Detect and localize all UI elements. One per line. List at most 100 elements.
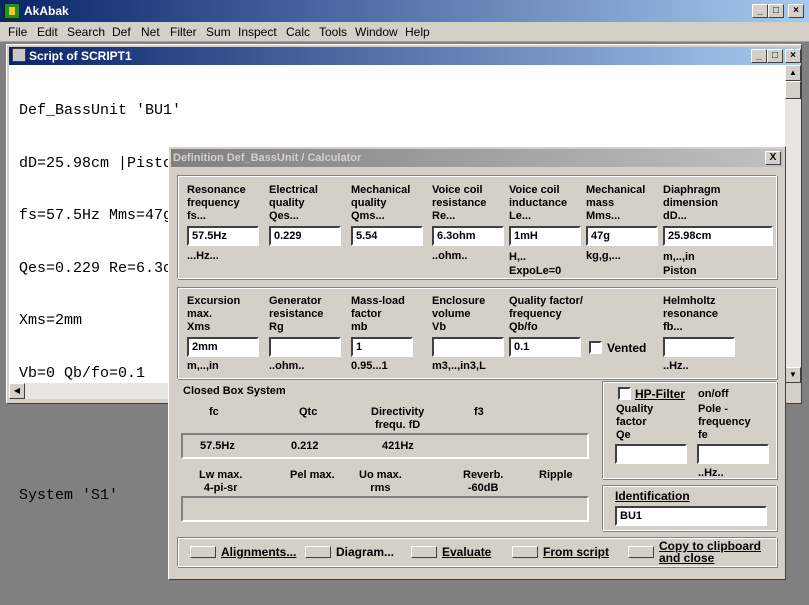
label-mb: Mass-load factor mb: [351, 295, 405, 333]
menu-tools[interactable]: Tools: [319, 25, 347, 39]
header-directivity: Directivity frequ. fD: [371, 406, 425, 431]
script-maximize-icon[interactable]: □: [767, 49, 783, 63]
vertical-scroll-thumb[interactable]: [785, 81, 801, 99]
menu-calc[interactable]: Calc: [286, 25, 310, 39]
input-qe[interactable]: [615, 444, 687, 464]
input-dd[interactable]: 25.98cm: [663, 226, 773, 246]
label-fs: Resonance frequency fs...: [187, 184, 246, 222]
input-mb[interactable]: 1: [351, 337, 413, 357]
vertical-scrollbar[interactable]: ▲ ▼: [785, 65, 801, 383]
minimize-icon[interactable]: _: [752, 4, 768, 18]
menu-file[interactable]: File: [8, 25, 27, 39]
label-mms: Mechanical mass Mms...: [586, 184, 646, 222]
bassunit-dialog: Definition Def_BassUnit / Calculator X R…: [168, 146, 786, 580]
hp-filter-group: HP-Filter on/off Quality factor Qe Pole …: [602, 381, 777, 479]
input-le[interactable]: 1mH: [509, 226, 581, 246]
menu-inspect[interactable]: Inspect: [238, 25, 277, 39]
menu-sum[interactable]: Sum: [206, 25, 231, 39]
menu-bar: File Edit Search Def Net Filter Sum Insp…: [0, 22, 809, 42]
alignments-button[interactable]: Alignments...: [190, 541, 296, 563]
input-vb[interactable]: [432, 337, 504, 357]
menu-def[interactable]: Def: [112, 25, 131, 39]
scroll-down-icon[interactable]: ▼: [785, 367, 801, 383]
parameter-group-1: Resonance frequency fs... 57.5Hz ...Hz..…: [177, 175, 777, 279]
label-qe: Quality factor Qe: [616, 403, 654, 441]
header-uo: Uo max. rms: [359, 469, 402, 494]
script-close-icon[interactable]: ×: [785, 49, 801, 63]
menu-search[interactable]: Search: [67, 25, 105, 39]
hint-fb: ..Hz..: [663, 360, 689, 372]
script-minimize-icon[interactable]: _: [751, 49, 767, 63]
input-xms[interactable]: 2mm: [187, 337, 259, 357]
script-title-bar: Script of SCRIPT1 _ □ ×: [9, 47, 801, 65]
input-fs[interactable]: 57.5Hz: [187, 226, 259, 246]
maximize-icon[interactable]: □: [768, 4, 784, 18]
script-icon: [12, 48, 26, 62]
closed-box-title: Closed Box System: [183, 385, 286, 397]
label-qms: Mechanical quality Qms...: [351, 184, 411, 222]
header-pel: Pel max.: [290, 469, 335, 481]
input-rg[interactable]: [269, 337, 341, 357]
dialog-close-icon[interactable]: X: [765, 151, 781, 165]
hint-dd: m,..,in Piston: [663, 251, 697, 277]
label-qbfo: Quality factor/ frequency Qb/fo: [509, 295, 583, 333]
label-dd: Diaphragm dimension dD...: [663, 184, 721, 222]
identification-input[interactable]: BU1: [615, 506, 767, 526]
vented-checkbox[interactable]: [589, 341, 602, 354]
scroll-up-icon[interactable]: ▲: [785, 65, 801, 81]
input-re[interactable]: 6.3ohm: [432, 226, 504, 246]
script-line: Def_BassUnit 'BU1': [19, 102, 182, 119]
label-fb: Helmholtz resonance fb...: [663, 295, 719, 333]
label-vb: Enclosure volume Vb: [432, 295, 486, 333]
input-mms[interactable]: 47g: [586, 226, 658, 246]
input-fb[interactable]: [663, 337, 735, 357]
header-qtc: Qtc: [299, 406, 318, 418]
label-xms: Excursion max. Xms: [187, 295, 241, 333]
hint-xms: m,..,in: [187, 360, 219, 372]
vented-label: Vented: [607, 341, 647, 355]
input-fe[interactable]: [697, 444, 769, 464]
menu-filter[interactable]: Filter: [170, 25, 197, 39]
from-script-button[interactable]: From script: [512, 541, 609, 563]
copy-close-button[interactable]: Copy to clipboard and close: [628, 540, 761, 564]
hint-fs: ...Hz...: [187, 250, 219, 262]
hint-re: ..ohm..: [432, 250, 468, 262]
diagram-button[interactable]: Diagram...: [305, 541, 394, 563]
menu-help[interactable]: Help: [405, 25, 430, 39]
header-fc: fc: [209, 406, 219, 418]
scroll-left-icon[interactable]: ◀: [9, 383, 25, 399]
label-le: Voice coil inductance Le...: [509, 184, 568, 222]
app-icon: [4, 3, 20, 19]
menu-edit[interactable]: Edit: [37, 25, 58, 39]
hint-mb: 0.95...1: [351, 360, 388, 372]
hint-mms: kg,g,...: [586, 250, 621, 262]
close-icon[interactable]: ×: [788, 4, 804, 18]
dialog-title-bar: Definition Def_BassUnit / Calculator X: [171, 149, 783, 167]
label-re: Voice coil resistance Re...: [432, 184, 487, 222]
app-title-bar: AkAbak _ □ ×: [0, 0, 809, 22]
hp-filter-onoff: on/off: [698, 388, 729, 400]
identification-group: Identification BU1: [602, 485, 777, 531]
hp-filter-label: HP-Filter: [635, 387, 686, 401]
value-fc: 57.5Hz: [200, 440, 235, 452]
parameter-group-2: Excursion max. Xms 2mm m,..,in Generator…: [177, 287, 777, 379]
button-bar: Alignments... Diagram... Evaluate From s…: [177, 537, 777, 567]
evaluate-button[interactable]: Evaluate: [411, 541, 491, 563]
value-qtc: 0.212: [291, 440, 319, 452]
input-qbfo[interactable]: 0.1: [509, 337, 581, 357]
value-directivity: 421Hz: [382, 440, 414, 452]
header-lw: Lw max. 4-pi-sr: [199, 469, 243, 494]
menu-window[interactable]: Window: [355, 25, 398, 39]
hp-filter-checkbox[interactable]: [618, 387, 631, 400]
header-reverb: Reverb. -60dB: [463, 469, 504, 494]
label-rg: Generator resistance Rg: [269, 295, 324, 333]
dialog-title: Definition Def_BassUnit / Calculator: [173, 152, 362, 164]
identification-label: Identification: [615, 489, 690, 503]
menu-net[interactable]: Net: [141, 25, 160, 39]
input-qms[interactable]: 5.54: [351, 226, 423, 246]
header-ripple: Ripple: [539, 469, 573, 481]
input-qes[interactable]: 0.229: [269, 226, 341, 246]
header-f3: f3: [474, 406, 484, 418]
hint-fe: ..Hz..: [698, 467, 724, 479]
label-fe: Pole - frequency fe: [698, 403, 751, 441]
